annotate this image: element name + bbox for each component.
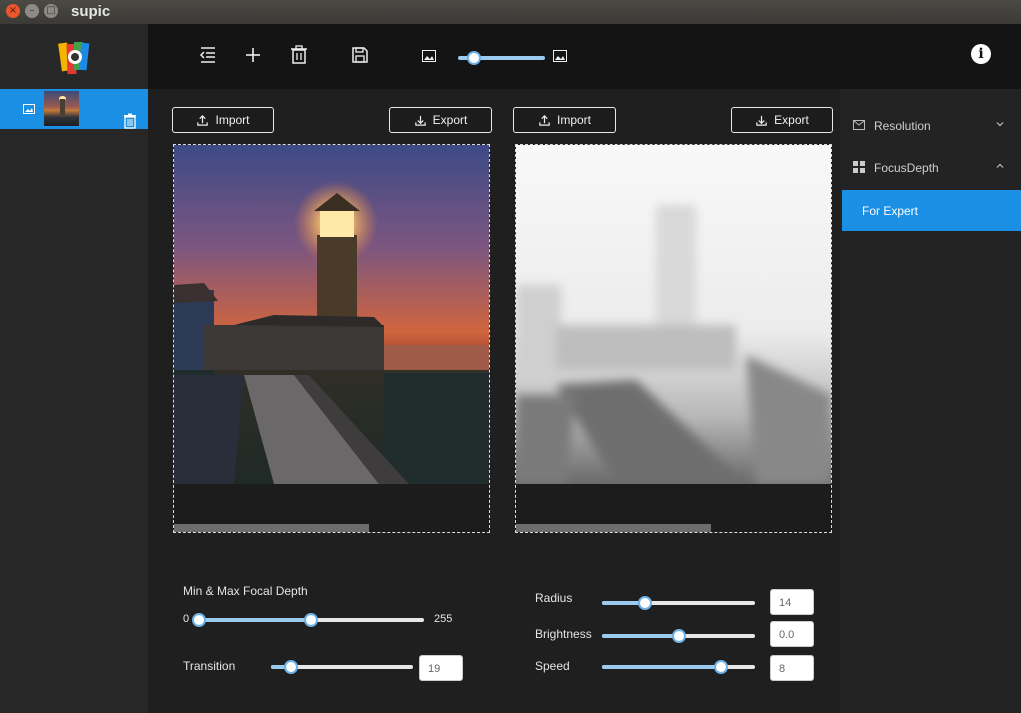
resolution-label: Resolution xyxy=(874,119,931,133)
source-horizontal-scrollbar[interactable] xyxy=(174,524,370,532)
info-button[interactable]: i xyxy=(971,44,991,64)
thumbnail-tower xyxy=(60,99,65,117)
brightness-label: Brightness xyxy=(535,627,592,641)
upload-icon xyxy=(197,114,209,126)
image-large-icon[interactable] xyxy=(553,50,567,62)
close-window-button[interactable]: × xyxy=(6,4,20,18)
delete-item-icon[interactable] xyxy=(122,113,138,129)
focal-max-value: 255 xyxy=(434,613,453,625)
left-import-label: Import xyxy=(215,113,250,127)
image-thumbnail[interactable] xyxy=(44,91,79,126)
focal-max-knob[interactable] xyxy=(304,613,319,627)
minimize-window-button[interactable]: – xyxy=(25,4,39,18)
window-titlebar: × – □ supic xyxy=(0,0,1021,24)
focal-min-value: 0 xyxy=(183,613,190,625)
for-expert-label: For Expert xyxy=(862,204,919,218)
left-export-label: Export xyxy=(432,113,468,127)
chevron-up-icon xyxy=(996,163,1004,168)
focusdepth-label: FocusDepth xyxy=(874,161,939,175)
transition-label: Transition xyxy=(183,659,236,673)
resolution-accordion-header[interactable]: Resolution xyxy=(840,106,1021,146)
right-export-button[interactable]: Export xyxy=(731,107,833,133)
maximize-window-button[interactable]: □ xyxy=(44,4,58,18)
speed-label: Speed xyxy=(535,659,570,673)
focal-depth-fill xyxy=(199,618,312,622)
transition-knob[interactable] xyxy=(283,660,298,674)
focal-min-knob[interactable] xyxy=(192,613,206,627)
radius-knob[interactable] xyxy=(637,596,652,610)
settings-panel: Resolution FocusDepth For Expert xyxy=(840,89,1021,713)
right-import-button[interactable]: Import xyxy=(513,107,616,133)
download-icon xyxy=(414,115,426,126)
focal-depth-label: Min & Max Focal Depth xyxy=(183,584,308,598)
toolbar: i xyxy=(148,24,1021,89)
image-icon xyxy=(23,104,35,114)
depth-map-panel[interactable] xyxy=(515,144,832,533)
brightness-fill xyxy=(602,634,679,638)
left-import-button[interactable]: Import xyxy=(172,107,274,133)
image-small-icon[interactable] xyxy=(422,50,436,62)
upload-icon xyxy=(539,114,550,126)
radius-input[interactable]: 14 xyxy=(770,589,814,615)
right-export-label: Export xyxy=(774,113,809,127)
speed-fill xyxy=(602,665,722,669)
speed-input[interactable]: 8 xyxy=(770,655,814,681)
image-list-sidebar xyxy=(0,24,148,713)
app-logo-icon xyxy=(58,42,90,75)
zoom-slider-knob[interactable] xyxy=(466,51,481,65)
source-image-panel[interactable] xyxy=(173,144,490,533)
focusdepth-accordion-header[interactable]: FocusDepth xyxy=(840,148,1021,188)
download-icon xyxy=(756,115,767,126)
radius-label: Radius xyxy=(535,591,573,605)
transition-input[interactable]: 19 xyxy=(419,655,463,681)
depth-map-image xyxy=(516,145,831,484)
grid-icon xyxy=(853,161,865,173)
trash-icon[interactable] xyxy=(288,44,310,66)
brightness-knob[interactable] xyxy=(671,629,686,643)
source-image xyxy=(174,145,489,484)
right-import-label: Import xyxy=(556,113,591,127)
save-icon[interactable] xyxy=(349,44,371,66)
depth-horizontal-scrollbar[interactable] xyxy=(516,524,712,532)
sidebar-item-image[interactable] xyxy=(0,89,148,129)
main-area: Import Export Import Export Min & Max Fo… xyxy=(148,89,840,713)
speed-knob[interactable] xyxy=(714,660,729,674)
brightness-input[interactable]: 0.0 xyxy=(770,621,814,647)
add-icon[interactable] xyxy=(242,44,264,66)
left-export-button[interactable]: Export xyxy=(389,107,492,133)
for-expert-menu-item[interactable]: For Expert xyxy=(842,190,1021,231)
collapse-icon[interactable] xyxy=(197,44,219,66)
app-title: supic xyxy=(71,3,111,20)
resolution-icon xyxy=(853,120,865,130)
chevron-down-icon xyxy=(996,122,1004,127)
